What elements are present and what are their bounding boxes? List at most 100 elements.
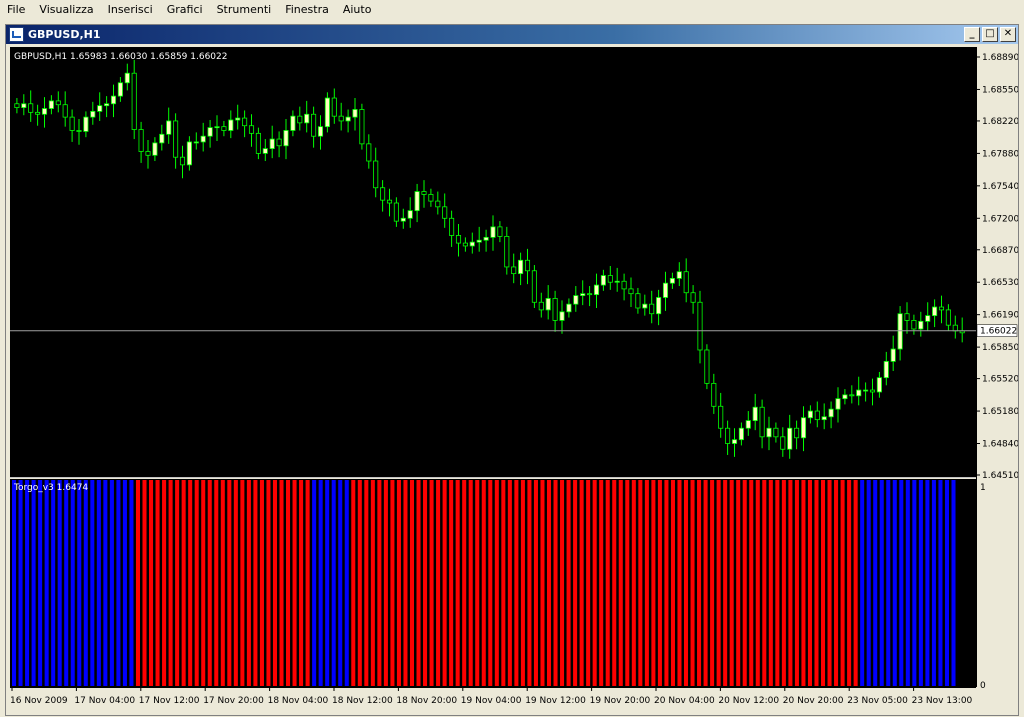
candle-bear: [393, 202, 399, 222]
menu-inserisci[interactable]: Inserisci: [101, 0, 160, 20]
time-tick-label: 18 Nov 04:00: [268, 696, 329, 706]
candle-bull: [876, 377, 882, 393]
candle-bull: [890, 348, 896, 362]
histogram-bar: [57, 480, 62, 686]
menu-visualizza[interactable]: Visualizza: [32, 0, 100, 20]
histogram-bar: [318, 480, 323, 686]
minimize-button[interactable]: _: [964, 27, 980, 42]
menu-finestra[interactable]: Finestra: [278, 0, 336, 20]
time-tick-label: 18 Nov 20:00: [396, 696, 457, 706]
close-button[interactable]: ✕: [1000, 27, 1016, 42]
histogram-bar: [579, 480, 584, 686]
candle-bull: [469, 241, 475, 247]
candle-bear: [607, 275, 613, 283]
histogram-bar: [259, 480, 264, 686]
histogram-bar: [129, 480, 134, 686]
histogram-bar: [90, 480, 95, 686]
histogram-bar: [194, 480, 199, 686]
current-price-label: 1.66022: [980, 327, 1017, 337]
histogram-bar: [912, 480, 917, 686]
histogram-bar: [625, 480, 630, 686]
histogram-bar: [853, 480, 858, 686]
histogram-bar: [214, 480, 219, 686]
histogram-bar: [272, 480, 278, 686]
histogram-bar: [840, 480, 845, 686]
candle-bull: [863, 389, 869, 392]
candle-bull: [842, 394, 848, 400]
restore-button[interactable]: □: [982, 27, 998, 42]
price-tick-label: 1.67540: [982, 182, 1018, 192]
candle-bear: [338, 115, 344, 122]
candle-bull: [642, 303, 648, 309]
candle-bear: [145, 151, 151, 156]
histogram-bar: [220, 480, 225, 686]
histogram-bar: [481, 480, 486, 686]
candle-bull: [345, 116, 351, 122]
chart-window-title: GBPUSD,H1: [28, 28, 101, 41]
candle-bear: [621, 280, 627, 290]
menu-strumenti[interactable]: Strumenti: [210, 0, 279, 20]
candle-bull: [483, 236, 489, 241]
candle-bear: [380, 187, 386, 201]
histogram-bar: [866, 480, 871, 686]
histogram-bar: [644, 480, 649, 686]
price-tick-label: 1.66530: [982, 278, 1018, 288]
histogram-bar: [233, 480, 238, 686]
histogram-bar: [892, 480, 897, 686]
histogram-bar: [944, 480, 949, 686]
time-tick-label: 17 Nov 12:00: [139, 696, 200, 706]
candle-bear: [173, 120, 179, 158]
chart-canvas[interactable]: GBPUSD,H1 1.65983 1.66030 1.65859 1.6602…: [10, 47, 1018, 711]
histogram-bar: [142, 480, 147, 686]
menu-grafici[interactable]: Grafici: [160, 0, 210, 20]
histogram-bar: [501, 480, 506, 686]
histogram-bar: [560, 480, 565, 686]
candle-bull: [262, 148, 268, 154]
histogram-bar: [455, 480, 460, 686]
candle-bear: [504, 236, 510, 268]
histogram-bar: [149, 480, 154, 686]
chart-window-titlebar[interactable]: GBPUSD,H1 _ □ ✕: [6, 25, 1018, 44]
candle-bear: [718, 405, 724, 429]
histogram-bar: [436, 480, 441, 686]
candle-bear: [276, 138, 282, 147]
candle-bear: [14, 103, 20, 108]
candle-bear: [421, 191, 427, 195]
candle-bear: [794, 427, 800, 439]
histogram-bar: [690, 480, 695, 686]
menu-aiuto[interactable]: Aiuto: [336, 0, 379, 20]
price-tick-label: 1.67880: [982, 149, 1018, 159]
histogram-bar: [201, 480, 206, 686]
menu-file[interactable]: File: [0, 0, 32, 20]
candle-bear: [524, 259, 531, 272]
histogram-bar: [462, 480, 467, 686]
candle-bear: [221, 126, 227, 131]
histogram-bar: [31, 480, 36, 686]
time-tick-label: 19 Nov 04:00: [461, 696, 522, 706]
histogram-bar: [390, 480, 395, 686]
histogram-bar: [162, 480, 167, 686]
histogram-bar: [351, 480, 356, 686]
price-tick-label: 1.66870: [982, 246, 1018, 256]
candle-bear: [649, 303, 655, 315]
histogram-bar: [181, 480, 186, 686]
candle-bull: [573, 295, 579, 305]
histogram-bar: [938, 480, 943, 686]
candle-bear: [497, 226, 503, 237]
histogram-bar: [788, 480, 793, 686]
histogram-bar: [697, 480, 702, 686]
candle-bull: [600, 275, 606, 286]
candle-bull: [828, 408, 834, 418]
histogram-bar: [612, 480, 617, 686]
candle-bull: [925, 315, 931, 322]
histogram-bar: [749, 480, 754, 686]
candle-bear: [911, 319, 917, 330]
histogram-bar: [227, 480, 232, 686]
candle-bull: [97, 105, 103, 112]
histogram-bar: [246, 480, 251, 686]
candle-bull: [290, 115, 296, 131]
candle-bear: [628, 288, 634, 295]
candle-bear: [449, 217, 455, 236]
histogram-bar: [664, 480, 669, 686]
histogram-bar: [651, 480, 656, 686]
